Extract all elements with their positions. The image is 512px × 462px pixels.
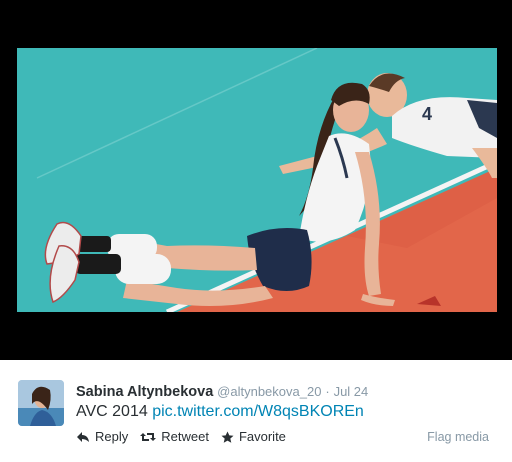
tweet-header: Sabina Altynbekova @altynbekova_20 · Jul… (76, 382, 368, 401)
avatar-image (18, 380, 64, 426)
media-link[interactable]: pic.twitter.com/W8qsBKOREn (152, 403, 364, 420)
tweet-actions: Reply Retweet Favorite (76, 429, 286, 445)
reply-icon (77, 432, 89, 442)
separator-dot: · (325, 384, 330, 399)
tweet-card: Sabina Altynbekova @altynbekova_20 · Jul… (0, 360, 512, 462)
author-name[interactable]: Sabina Altynbekova (76, 384, 213, 400)
avatar[interactable] (18, 380, 64, 426)
favorite-label: Favorite (238, 429, 286, 444)
retweet-label: Retweet (161, 429, 209, 444)
reply-button[interactable]: Reply (76, 429, 128, 445)
author-handle[interactable]: @altynbekova_20 (217, 384, 321, 399)
tweet-date[interactable]: Jul 24 (334, 384, 369, 399)
tweet-text: AVC 2014 pic.twitter.com/W8qsBKOREn (76, 402, 364, 422)
flag-media-link[interactable]: Flag media (427, 429, 489, 445)
retweet-icon (140, 433, 157, 441)
reply-label: Reply (95, 429, 129, 444)
jersey-number: 4 (422, 104, 432, 124)
tweet-text-body: AVC 2014 (76, 403, 148, 420)
media-viewer: 4 (0, 0, 512, 360)
tweet-photo[interactable]: 4 (17, 48, 497, 312)
favorite-button[interactable]: Favorite (221, 429, 286, 445)
volleyball-players-image: 4 (17, 48, 497, 312)
star-icon (221, 431, 234, 443)
retweet-button[interactable]: Retweet (140, 429, 209, 445)
